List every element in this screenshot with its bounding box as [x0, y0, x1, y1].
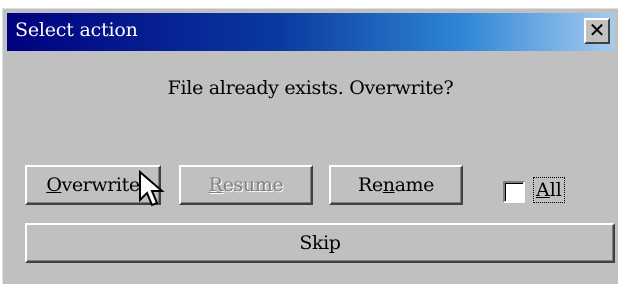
all-label-post: ll [549, 179, 562, 201]
title-bar[interactable]: Select action ✕ [7, 13, 614, 51]
all-checkbox-label[interactable]: All [533, 177, 565, 203]
close-icon: ✕ [588, 18, 606, 42]
dialog-title: Select action [15, 19, 138, 41]
arrow-pointer-icon [139, 170, 165, 207]
close-button[interactable]: ✕ [584, 18, 610, 44]
all-checkbox[interactable] [503, 181, 525, 203]
rename-label-pre: Re [358, 174, 383, 196]
dialog-window: Select action ✕ File already exists. Ove… [2, 8, 618, 284]
resume-button[interactable]: Resume [179, 165, 313, 205]
rename-label-post: ame [394, 174, 435, 196]
dialog-message: File already exists. Overwrite? [167, 77, 454, 99]
overwrite-label-post: verwrite [61, 174, 141, 196]
rename-button[interactable]: Rename [329, 165, 463, 205]
all-mnemonic: A [536, 179, 550, 201]
resume-label-post: esume [222, 174, 284, 196]
overwrite-mnemonic: O [46, 174, 62, 196]
skip-button[interactable]: Skip [25, 223, 615, 263]
rename-mnemonic: n [382, 174, 395, 196]
resume-mnemonic: R [208, 174, 223, 196]
